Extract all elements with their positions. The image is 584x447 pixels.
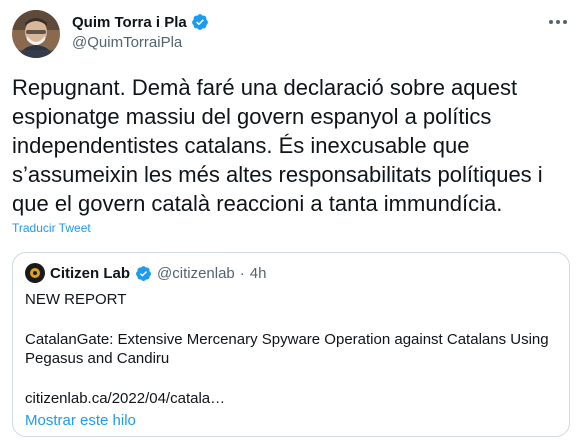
author-display-name[interactable]: Quim Torra i Pla	[72, 14, 187, 31]
author-name-row: Quim Torra i Pla	[72, 13, 209, 31]
author-avatar[interactable]	[12, 10, 60, 58]
verified-badge-icon	[135, 265, 152, 282]
citizen-lab-avatar[interactable]	[25, 263, 45, 283]
citizen-lab-logo-icon	[30, 268, 40, 278]
quoted-tweet-header: Citizen Lab @citizenlab · 4h	[25, 263, 266, 283]
quoted-tweet-card[interactable]: Citizen Lab @citizenlab · 4h NEW REPORT …	[12, 252, 570, 437]
quoted-line-new-report: NEW REPORT	[25, 291, 127, 308]
quoted-timestamp[interactable]: 4h	[250, 265, 267, 282]
translate-tweet-link[interactable]: Traducir Tweet	[12, 221, 91, 235]
meta-separator: ·	[239, 264, 245, 282]
tweet-text: Repugnant. Demà faré una declaració sobr…	[12, 75, 543, 216]
quoted-link[interactable]: citizenlab.ca/2022/04/catala…	[25, 389, 225, 408]
verified-badge-icon	[191, 13, 209, 31]
quoted-report-title: CatalanGate: Extensive Mercenary Spyware…	[25, 331, 549, 367]
quoted-handle[interactable]: @citizenlab	[157, 265, 235, 282]
tweet-header: Quim Torra i Pla @QuimTorraiPla	[12, 10, 572, 58]
profile-photo	[12, 10, 60, 58]
quoted-display-name[interactable]: Citizen Lab	[50, 265, 130, 282]
author-handle[interactable]: @QuimTorraiPla	[72, 34, 182, 51]
more-horizontal-icon[interactable]	[544, 12, 572, 32]
show-thread-link[interactable]: Mostrar este hilo	[25, 412, 136, 429]
